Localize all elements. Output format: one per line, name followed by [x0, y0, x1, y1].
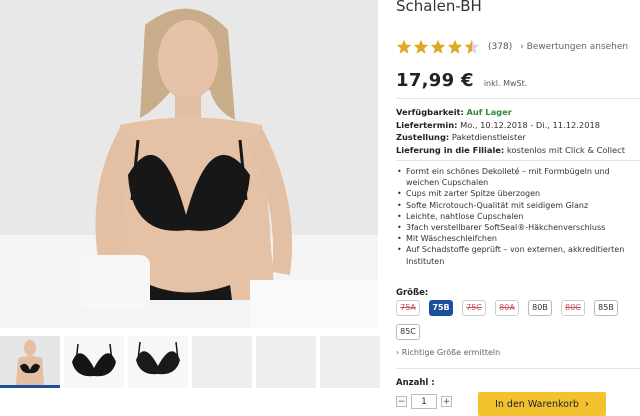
reviews-link-label: Bewertungen ansehen — [526, 42, 629, 52]
availability-value: Auf Lager — [466, 107, 512, 117]
rating-stars — [396, 39, 481, 55]
store-value: kostenlos mit Click & Collect — [506, 144, 625, 155]
delivery-label: Liefertermin: — [396, 119, 458, 130]
size-option-75b[interactable]: 75B — [429, 300, 453, 316]
thumbnail-model[interactable] — [0, 336, 60, 388]
rating-count: (378) — [488, 42, 513, 52]
delivery-info: Verfügbarkeit: Auf Lager Liefertermin: M… — [396, 106, 625, 156]
feature-item: Formt ein schönes Dekolleté – mit Formbü… — [397, 166, 640, 188]
chevron-right-icon: › — [584, 398, 589, 410]
add-to-cart-button[interactable]: In den Warenkorb › — [478, 392, 606, 416]
feature-list: Formt ein schönes Dekolleté – mit Formbü… — [396, 166, 640, 267]
star-full-icon — [447, 39, 463, 54]
add-to-cart-label: In den Warenkorb — [495, 398, 579, 410]
star-half-icon — [464, 39, 480, 54]
model-photo-illustration — [0, 0, 378, 328]
size-guide-label: Richtige Größe ermitteln — [401, 348, 501, 357]
thumbnail-bra-front-image — [64, 336, 124, 388]
availability-label: Verfügbarkeit: — [396, 107, 464, 117]
size-option-80c[interactable]: 80C — [561, 300, 585, 316]
rating-row[interactable]: (378) › Bewertungen ansehen — [396, 38, 628, 56]
thumbnail-strip — [0, 336, 384, 392]
thumbnail-bra-detail-image — [128, 336, 188, 388]
feature-item: Leichte, nahtlose Cupschalen — [397, 211, 640, 222]
feature-item: Cups mit zarter Spitze überzogen — [397, 188, 640, 199]
feature-item: Softe Microtouch-Qualität mit seidigem G… — [397, 200, 640, 211]
thumbnail-placeholder[interactable] — [320, 336, 380, 388]
store-label: Lieferung in die Filiale: — [396, 144, 505, 155]
star-full-icon — [396, 39, 412, 54]
delivery-date-line: Liefertermin: Mo., 10.12.2018 - Di., 11.… — [396, 119, 625, 132]
feature-item: Auf Schadstoffe geprüft – von externen, … — [397, 244, 640, 266]
reviews-link[interactable]: › Bewertungen ansehen — [520, 42, 628, 52]
product-details: Schalen-BH (378) › Bewertungen ansehen 1… — [396, 0, 640, 416]
delivery-value: Mo., 10.12.2018 - Di., 11.12.2018 — [460, 119, 601, 130]
feature-item: Mit Wäscheschleifchen — [397, 233, 640, 244]
size-option-85b[interactable]: 85B — [594, 300, 618, 316]
thumbnail-bra-detail[interactable] — [128, 336, 188, 388]
size-option-80b[interactable]: 80B — [528, 300, 552, 316]
product-price: 17,99 € — [396, 70, 474, 91]
quantity-increase-button[interactable]: + — [441, 396, 452, 407]
size-option-75a[interactable]: 75A — [396, 300, 420, 316]
divider — [396, 368, 640, 369]
star-full-icon — [430, 39, 446, 54]
size-option-75c[interactable]: 75C — [462, 300, 486, 316]
quantity-label: Anzahl : — [396, 378, 435, 388]
shipping-value: Paketdienstleister — [451, 132, 526, 143]
divider — [396, 98, 640, 99]
product-title: Schalen-BH — [396, 0, 482, 15]
quantity-stepper: − 1 + — [396, 394, 452, 409]
quantity-decrease-button[interactable]: − — [396, 396, 407, 407]
thumbnail-placeholder[interactable] — [192, 336, 252, 388]
vat-note: inkl. MwSt. — [483, 79, 528, 88]
divider — [396, 160, 640, 161]
quantity-input[interactable]: 1 — [411, 394, 437, 409]
star-full-icon — [413, 39, 429, 54]
availability-line: Verfügbarkeit: Auf Lager — [396, 106, 625, 119]
thumbnail-bra-front[interactable] — [64, 336, 124, 388]
shipping-line: Zustellung: Paketdienstleister — [396, 131, 625, 144]
store-delivery-line: Lieferung in die Filiale: kostenlos mit … — [396, 144, 625, 157]
size-option-80a[interactable]: 80A — [495, 300, 519, 316]
shipping-label: Zustellung: — [396, 132, 450, 143]
size-label: Größe: — [396, 288, 429, 298]
product-main-image[interactable] — [0, 0, 378, 328]
thumbnail-placeholder[interactable] — [256, 336, 316, 388]
feature-item: 3fach verstellbarer SoftSeal®-Häkchenver… — [397, 222, 640, 233]
size-option-85c[interactable]: 85C — [396, 324, 420, 340]
thumbnail-model-image — [0, 336, 60, 385]
price-row: 17,99 € inkl. MwSt. — [396, 70, 527, 91]
size-guide-link[interactable]: › Richtige Größe ermitteln — [396, 348, 500, 357]
